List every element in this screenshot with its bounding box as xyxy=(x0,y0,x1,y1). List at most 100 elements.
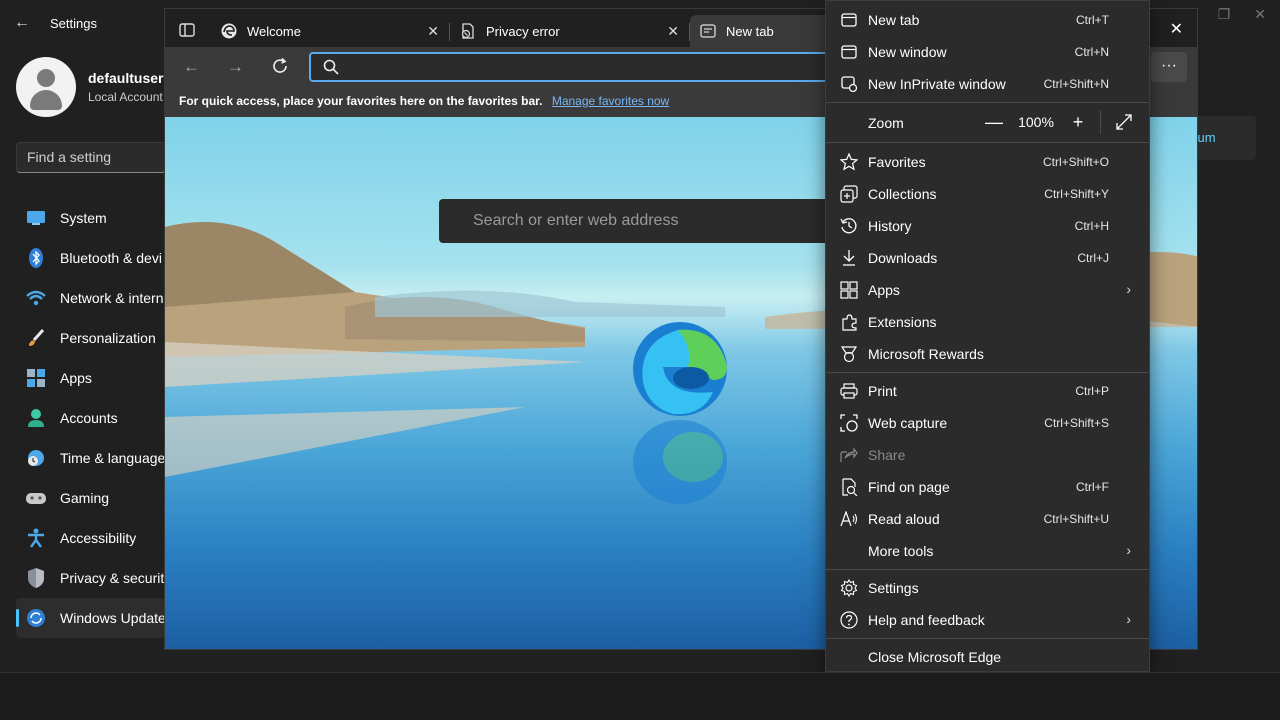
menu-item-print[interactable]: Print Ctrl+P xyxy=(826,375,1149,407)
web-capture-icon xyxy=(840,414,858,432)
privacy-error-icon xyxy=(460,23,476,39)
menu-item-downloads[interactable]: Downloads Ctrl+J xyxy=(826,242,1149,274)
update-icon xyxy=(26,608,46,628)
nav-item-windows-update[interactable]: Windows Update xyxy=(16,598,166,638)
back-icon[interactable]: ← xyxy=(183,57,200,77)
favorites-hint: For quick access, place your favorites h… xyxy=(179,94,543,108)
inprivate-icon xyxy=(840,75,858,93)
settings-window-controls: ❐ ✕ xyxy=(1218,6,1266,23)
network-icon xyxy=(26,288,46,308)
print-icon xyxy=(840,382,858,400)
close-window-icon[interactable]: ✕ xyxy=(1170,19,1183,39)
apps-icon xyxy=(840,281,858,299)
menu-item-zoom: Zoom — 100% + xyxy=(826,103,1149,141)
menu-item-share: Share xyxy=(826,439,1149,471)
fullscreen-icon[interactable] xyxy=(1109,114,1139,130)
menu-divider xyxy=(826,569,1149,570)
collections-icon xyxy=(840,185,858,203)
brush-icon xyxy=(26,328,46,348)
search-icon xyxy=(323,59,339,80)
chevron-right-icon: › xyxy=(1126,542,1131,558)
nav-item-accessibility[interactable]: Accessibility xyxy=(16,518,166,558)
user-profile: defaultuserO Local Account xyxy=(16,57,174,117)
menu-item-history[interactable]: History Ctrl+H xyxy=(826,210,1149,242)
close-icon[interactable]: ✕ xyxy=(1254,6,1266,23)
menu-item-collections[interactable]: Collections Ctrl+Shift+Y xyxy=(826,178,1149,210)
back-arrow-icon[interactable]: ← xyxy=(14,14,30,32)
zoom-controls: — 100% + xyxy=(980,103,1149,141)
menu-item-extensions[interactable]: Extensions xyxy=(826,306,1149,338)
nav-item-time-language[interactable]: Time & language xyxy=(16,438,166,478)
restore-icon[interactable]: ❐ xyxy=(1218,6,1231,23)
zoom-in-button[interactable]: + xyxy=(1064,112,1092,133)
nav-item-gaming[interactable]: Gaming xyxy=(16,478,166,518)
tab-privacy-error[interactable]: Privacy error ✕ xyxy=(450,15,690,47)
menu-item-microsoft-rewards[interactable]: Microsoft Rewards xyxy=(826,338,1149,370)
menu-divider xyxy=(826,372,1149,373)
bluetooth-icon xyxy=(26,248,46,268)
menu-item-help-and-feedback[interactable]: Help and feedback › xyxy=(826,604,1149,636)
refresh-icon[interactable] xyxy=(271,57,289,80)
nav-item-network[interactable]: Network & intern xyxy=(16,278,166,318)
nav-item-system[interactable]: System xyxy=(16,198,166,238)
menu-item-new-window[interactable]: New window Ctrl+N xyxy=(826,36,1149,68)
find-icon xyxy=(840,478,858,496)
menu-item-new-tab[interactable]: New tab Ctrl+T xyxy=(826,4,1149,36)
apps-icon xyxy=(26,368,46,388)
menu-item-favorites[interactable]: Favorites Ctrl+Shift+O xyxy=(826,146,1149,178)
settings-title: Settings xyxy=(50,15,97,31)
chevron-right-icon: › xyxy=(1126,281,1131,297)
download-icon xyxy=(840,249,858,267)
avatar xyxy=(16,57,76,117)
edge-logo-icon xyxy=(221,23,237,39)
nav-item-apps[interactable]: Apps xyxy=(16,358,166,398)
nav-item-bluetooth[interactable]: Bluetooth & devi xyxy=(16,238,166,278)
ntp-search-input[interactable]: Search or enter web address xyxy=(439,199,839,243)
menu-item-settings[interactable]: Settings xyxy=(826,572,1149,604)
nav-item-personalization[interactable]: Personalization xyxy=(16,318,166,358)
find-setting-input[interactable]: Find a setting xyxy=(16,142,166,173)
share-icon xyxy=(840,446,858,464)
menu-item-close-microsoft-edge[interactable]: Close Microsoft Edge xyxy=(826,641,1149,673)
close-tab-icon[interactable]: ✕ xyxy=(667,23,679,40)
menu-item-read-aloud[interactable]: Read aloud Ctrl+Shift+U xyxy=(826,503,1149,535)
address-bar[interactable] xyxy=(309,52,839,82)
read-aloud-icon xyxy=(840,510,858,528)
account-type: Local Account xyxy=(88,90,163,104)
tab-welcome[interactable]: Welcome ✕ xyxy=(211,15,450,47)
rewards-icon xyxy=(840,345,858,363)
menu-item-apps[interactable]: Apps › xyxy=(826,274,1149,306)
clock-icon xyxy=(26,448,46,468)
nav-item-privacy[interactable]: Privacy & security xyxy=(16,558,166,598)
nav-item-accounts[interactable]: Accounts xyxy=(16,398,166,438)
menu-item-find-on-page[interactable]: Find on page Ctrl+F xyxy=(826,471,1149,503)
close-tab-icon[interactable]: ✕ xyxy=(427,23,439,40)
menu-divider xyxy=(826,638,1149,639)
gear-icon xyxy=(840,579,858,597)
tab-new-tab[interactable]: New tab xyxy=(690,15,830,47)
taskbar xyxy=(0,672,1280,720)
star-icon xyxy=(840,153,858,171)
settings-nav: System Bluetooth & devi Network & intern… xyxy=(16,198,166,638)
tab-actions-icon[interactable] xyxy=(175,20,199,40)
manage-favorites-link[interactable]: Manage favorites now xyxy=(552,94,669,108)
menu-divider xyxy=(826,142,1149,143)
menu-item-web-capture[interactable]: Web capture Ctrl+Shift+S xyxy=(826,407,1149,439)
accessibility-icon xyxy=(26,528,46,548)
zoom-out-button[interactable]: — xyxy=(980,112,1008,133)
user-name: defaultuserO xyxy=(88,70,175,86)
extensions-icon xyxy=(840,313,858,331)
window-icon xyxy=(840,43,858,61)
new-tab-icon xyxy=(700,23,716,39)
zoom-level: 100% xyxy=(1018,114,1054,130)
history-icon xyxy=(840,217,858,235)
gamepad-icon xyxy=(26,488,46,508)
menu-item-more-tools[interactable]: More tools › xyxy=(826,535,1149,567)
chevron-right-icon: › xyxy=(1126,611,1131,627)
shield-icon xyxy=(26,568,46,588)
forward-icon[interactable]: → xyxy=(227,57,244,77)
help-icon xyxy=(840,611,858,629)
menu-item-new-inprivate-window[interactable]: New InPrivate window Ctrl+Shift+N xyxy=(826,68,1149,100)
settings-and-more-button[interactable]: ··· xyxy=(1151,52,1187,82)
settings-and-more-menu: New tab Ctrl+T New window Ctrl+N New InP… xyxy=(825,0,1150,672)
